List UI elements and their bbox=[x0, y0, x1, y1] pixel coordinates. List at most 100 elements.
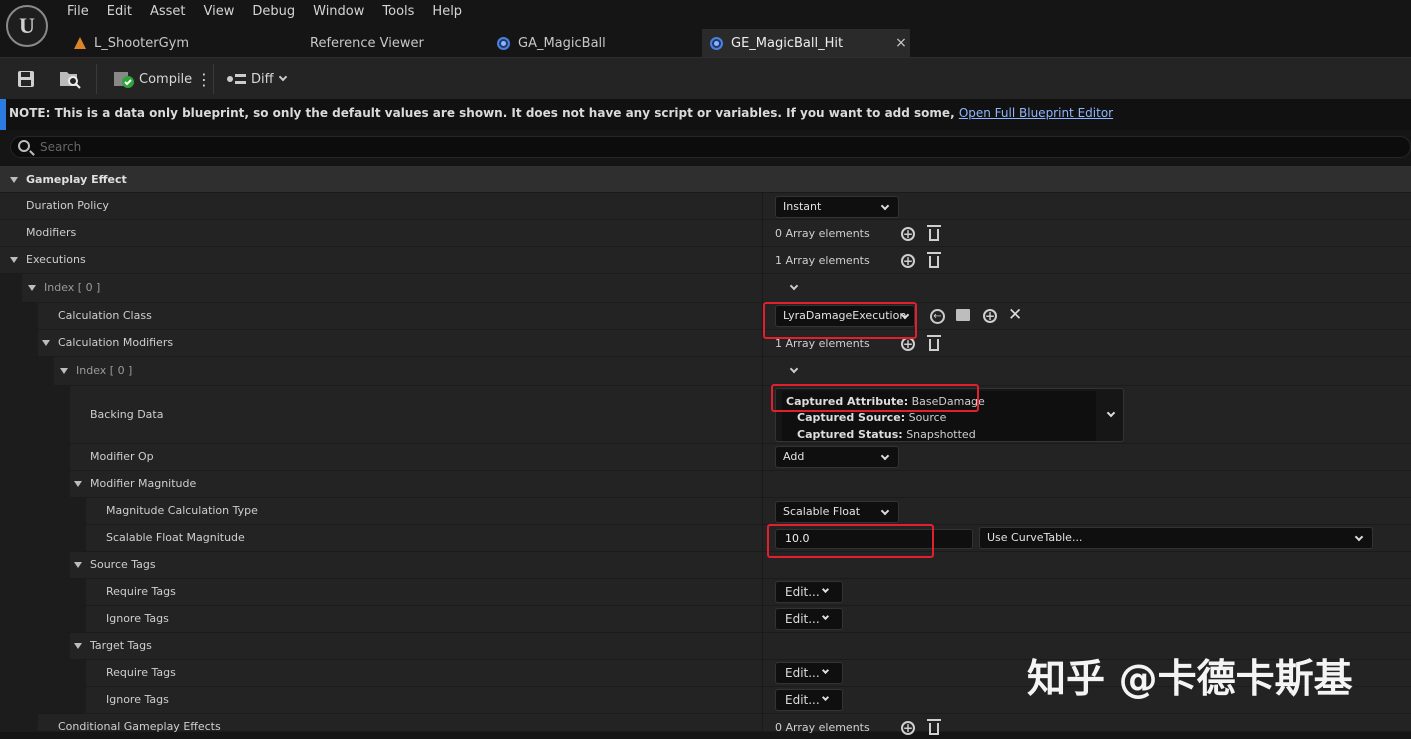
column-splitter[interactable] bbox=[762, 687, 763, 713]
category-label: Gameplay Effect bbox=[26, 173, 127, 186]
column-splitter[interactable] bbox=[762, 606, 763, 632]
collapse-arrow-icon[interactable] bbox=[10, 177, 18, 183]
chevron-down-icon bbox=[880, 451, 890, 461]
tab-ge-magicball-hit[interactable]: GE_MagicBall_Hit × bbox=[702, 29, 910, 57]
indent-guide bbox=[0, 330, 38, 356]
menu-tools[interactable]: Tools bbox=[373, 3, 423, 21]
column-splitter[interactable] bbox=[762, 247, 763, 273]
captured-source-value: Source bbox=[908, 411, 947, 424]
details-search-input[interactable]: Search bbox=[10, 136, 1411, 158]
unreal-logo-icon[interactable]: U bbox=[6, 5, 48, 47]
menu-asset[interactable]: Asset bbox=[141, 3, 195, 21]
indent-guide bbox=[0, 579, 86, 605]
column-splitter[interactable] bbox=[762, 579, 763, 605]
column-splitter[interactable] bbox=[762, 660, 763, 686]
menu-window[interactable]: Window bbox=[304, 3, 373, 21]
property-label: Conditional Gameplay Effects bbox=[58, 720, 221, 733]
row-modifier-magnitude: Modifier Magnitude bbox=[0, 471, 1411, 498]
collapse-arrow-icon[interactable] bbox=[10, 257, 18, 263]
captured-source-line: Captured Source: Source bbox=[797, 411, 946, 424]
open-full-blueprint-editor-link[interactable]: Open Full Blueprint Editor bbox=[959, 106, 1113, 120]
tab-label: Reference Viewer bbox=[310, 35, 424, 51]
diff-button[interactable]: Diff bbox=[226, 58, 287, 100]
chevron-down-icon bbox=[880, 506, 890, 516]
add-element-icon[interactable]: + bbox=[901, 254, 915, 268]
collapse-arrow-icon[interactable] bbox=[28, 285, 36, 291]
magnitude-calculation-type-dropdown[interactable]: Scalable Float bbox=[775, 501, 899, 523]
trash-icon[interactable] bbox=[927, 335, 941, 351]
dropdown-value: Scalable Float bbox=[783, 505, 861, 518]
menu-edit[interactable]: Edit bbox=[98, 3, 141, 21]
edit-tags-button[interactable]: Edit... bbox=[775, 662, 843, 684]
edit-label: Edit... bbox=[785, 666, 820, 680]
trash-icon[interactable] bbox=[927, 252, 941, 268]
curve-table-dropdown[interactable]: Use CurveTable... bbox=[979, 527, 1373, 549]
tab-l-shootergym[interactable]: L_ShooterGym bbox=[66, 29, 286, 57]
indent-guide bbox=[0, 471, 70, 497]
menu-debug[interactable]: Debug bbox=[243, 3, 304, 21]
highlight-box-scalable-float bbox=[767, 524, 934, 558]
add-element-icon[interactable]: + bbox=[901, 721, 915, 735]
column-splitter[interactable] bbox=[762, 471, 763, 497]
property-label: Modifiers bbox=[26, 226, 77, 239]
add-element-icon[interactable]: + bbox=[901, 227, 915, 241]
property-label: Source Tags bbox=[90, 558, 156, 571]
browse-asset-icon[interactable] bbox=[956, 309, 970, 321]
column-splitter[interactable] bbox=[762, 193, 763, 219]
edit-tags-button[interactable]: Edit... bbox=[775, 581, 843, 603]
indent-guide bbox=[0, 687, 86, 713]
duration-policy-dropdown[interactable]: Instant bbox=[775, 196, 899, 218]
column-splitter[interactable] bbox=[762, 444, 763, 470]
row-source-tags: Source Tags bbox=[0, 552, 1411, 579]
column-splitter[interactable] bbox=[762, 498, 763, 524]
compile-button[interactable]: Compile bbox=[113, 58, 192, 100]
collapse-arrow-icon[interactable] bbox=[60, 368, 68, 374]
menu-help[interactable]: Help bbox=[423, 3, 471, 21]
use-selected-icon[interactable]: ← bbox=[930, 309, 945, 324]
tab-label: GA_MagicBall bbox=[518, 35, 606, 51]
column-splitter[interactable] bbox=[762, 633, 763, 659]
category-gameplay-effect[interactable]: Gameplay Effect bbox=[0, 166, 1411, 193]
trash-icon[interactable] bbox=[927, 225, 941, 241]
tab-ga-magicball[interactable]: GA_MagicBall bbox=[489, 29, 699, 57]
property-label: Calculation Class bbox=[58, 309, 152, 322]
property-label: Index [ 0 ] bbox=[44, 281, 101, 294]
menu-view[interactable]: View bbox=[195, 3, 244, 21]
property-label: Ignore Tags bbox=[106, 693, 169, 706]
compile-options-button[interactable]: ⋮ bbox=[196, 58, 212, 100]
diff-icon bbox=[227, 74, 246, 84]
column-splitter[interactable] bbox=[762, 220, 763, 246]
add-element-icon[interactable]: + bbox=[983, 309, 997, 323]
column-splitter[interactable] bbox=[762, 525, 763, 551]
column-splitter[interactable] bbox=[762, 714, 763, 731]
column-splitter[interactable] bbox=[762, 357, 763, 385]
property-label: Duration Policy bbox=[26, 199, 109, 212]
collapse-arrow-icon[interactable] bbox=[74, 562, 82, 568]
close-icon[interactable]: × bbox=[895, 35, 907, 51]
tab-reference-viewer[interactable]: Reference Viewer bbox=[300, 29, 480, 57]
column-splitter[interactable] bbox=[762, 552, 763, 578]
indent-guide bbox=[0, 606, 86, 632]
level-icon bbox=[74, 37, 86, 49]
browse-button[interactable] bbox=[58, 58, 82, 100]
row-scalable-float-magnitude: Scalable Float Magnitude 10.0 Use CurveT… bbox=[0, 525, 1411, 552]
clear-icon[interactable]: ✕ bbox=[1008, 305, 1022, 325]
captured-status-key: Captured Status: bbox=[797, 428, 903, 441]
edit-tags-button[interactable]: Edit... bbox=[775, 608, 843, 630]
edit-tags-button[interactable]: Edit... bbox=[775, 689, 843, 711]
element-options-chevron-icon[interactable] bbox=[789, 281, 799, 291]
modifier-op-dropdown[interactable]: Add bbox=[775, 446, 899, 468]
element-options-chevron-icon[interactable] bbox=[789, 364, 799, 374]
collapse-arrow-icon[interactable] bbox=[74, 643, 82, 649]
collapse-arrow-icon[interactable] bbox=[74, 481, 82, 487]
tab-label: GE_MagicBall_Hit bbox=[731, 35, 844, 51]
property-label: Modifier Op bbox=[90, 450, 154, 463]
collapse-arrow-icon[interactable] bbox=[42, 340, 50, 346]
trash-icon[interactable] bbox=[927, 719, 941, 735]
menu-file[interactable]: File bbox=[58, 3, 98, 21]
indent-guide bbox=[0, 386, 70, 443]
add-element-icon[interactable]: + bbox=[901, 337, 915, 351]
column-splitter[interactable] bbox=[762, 274, 763, 302]
save-button[interactable] bbox=[16, 58, 36, 100]
column-splitter[interactable] bbox=[762, 386, 763, 443]
